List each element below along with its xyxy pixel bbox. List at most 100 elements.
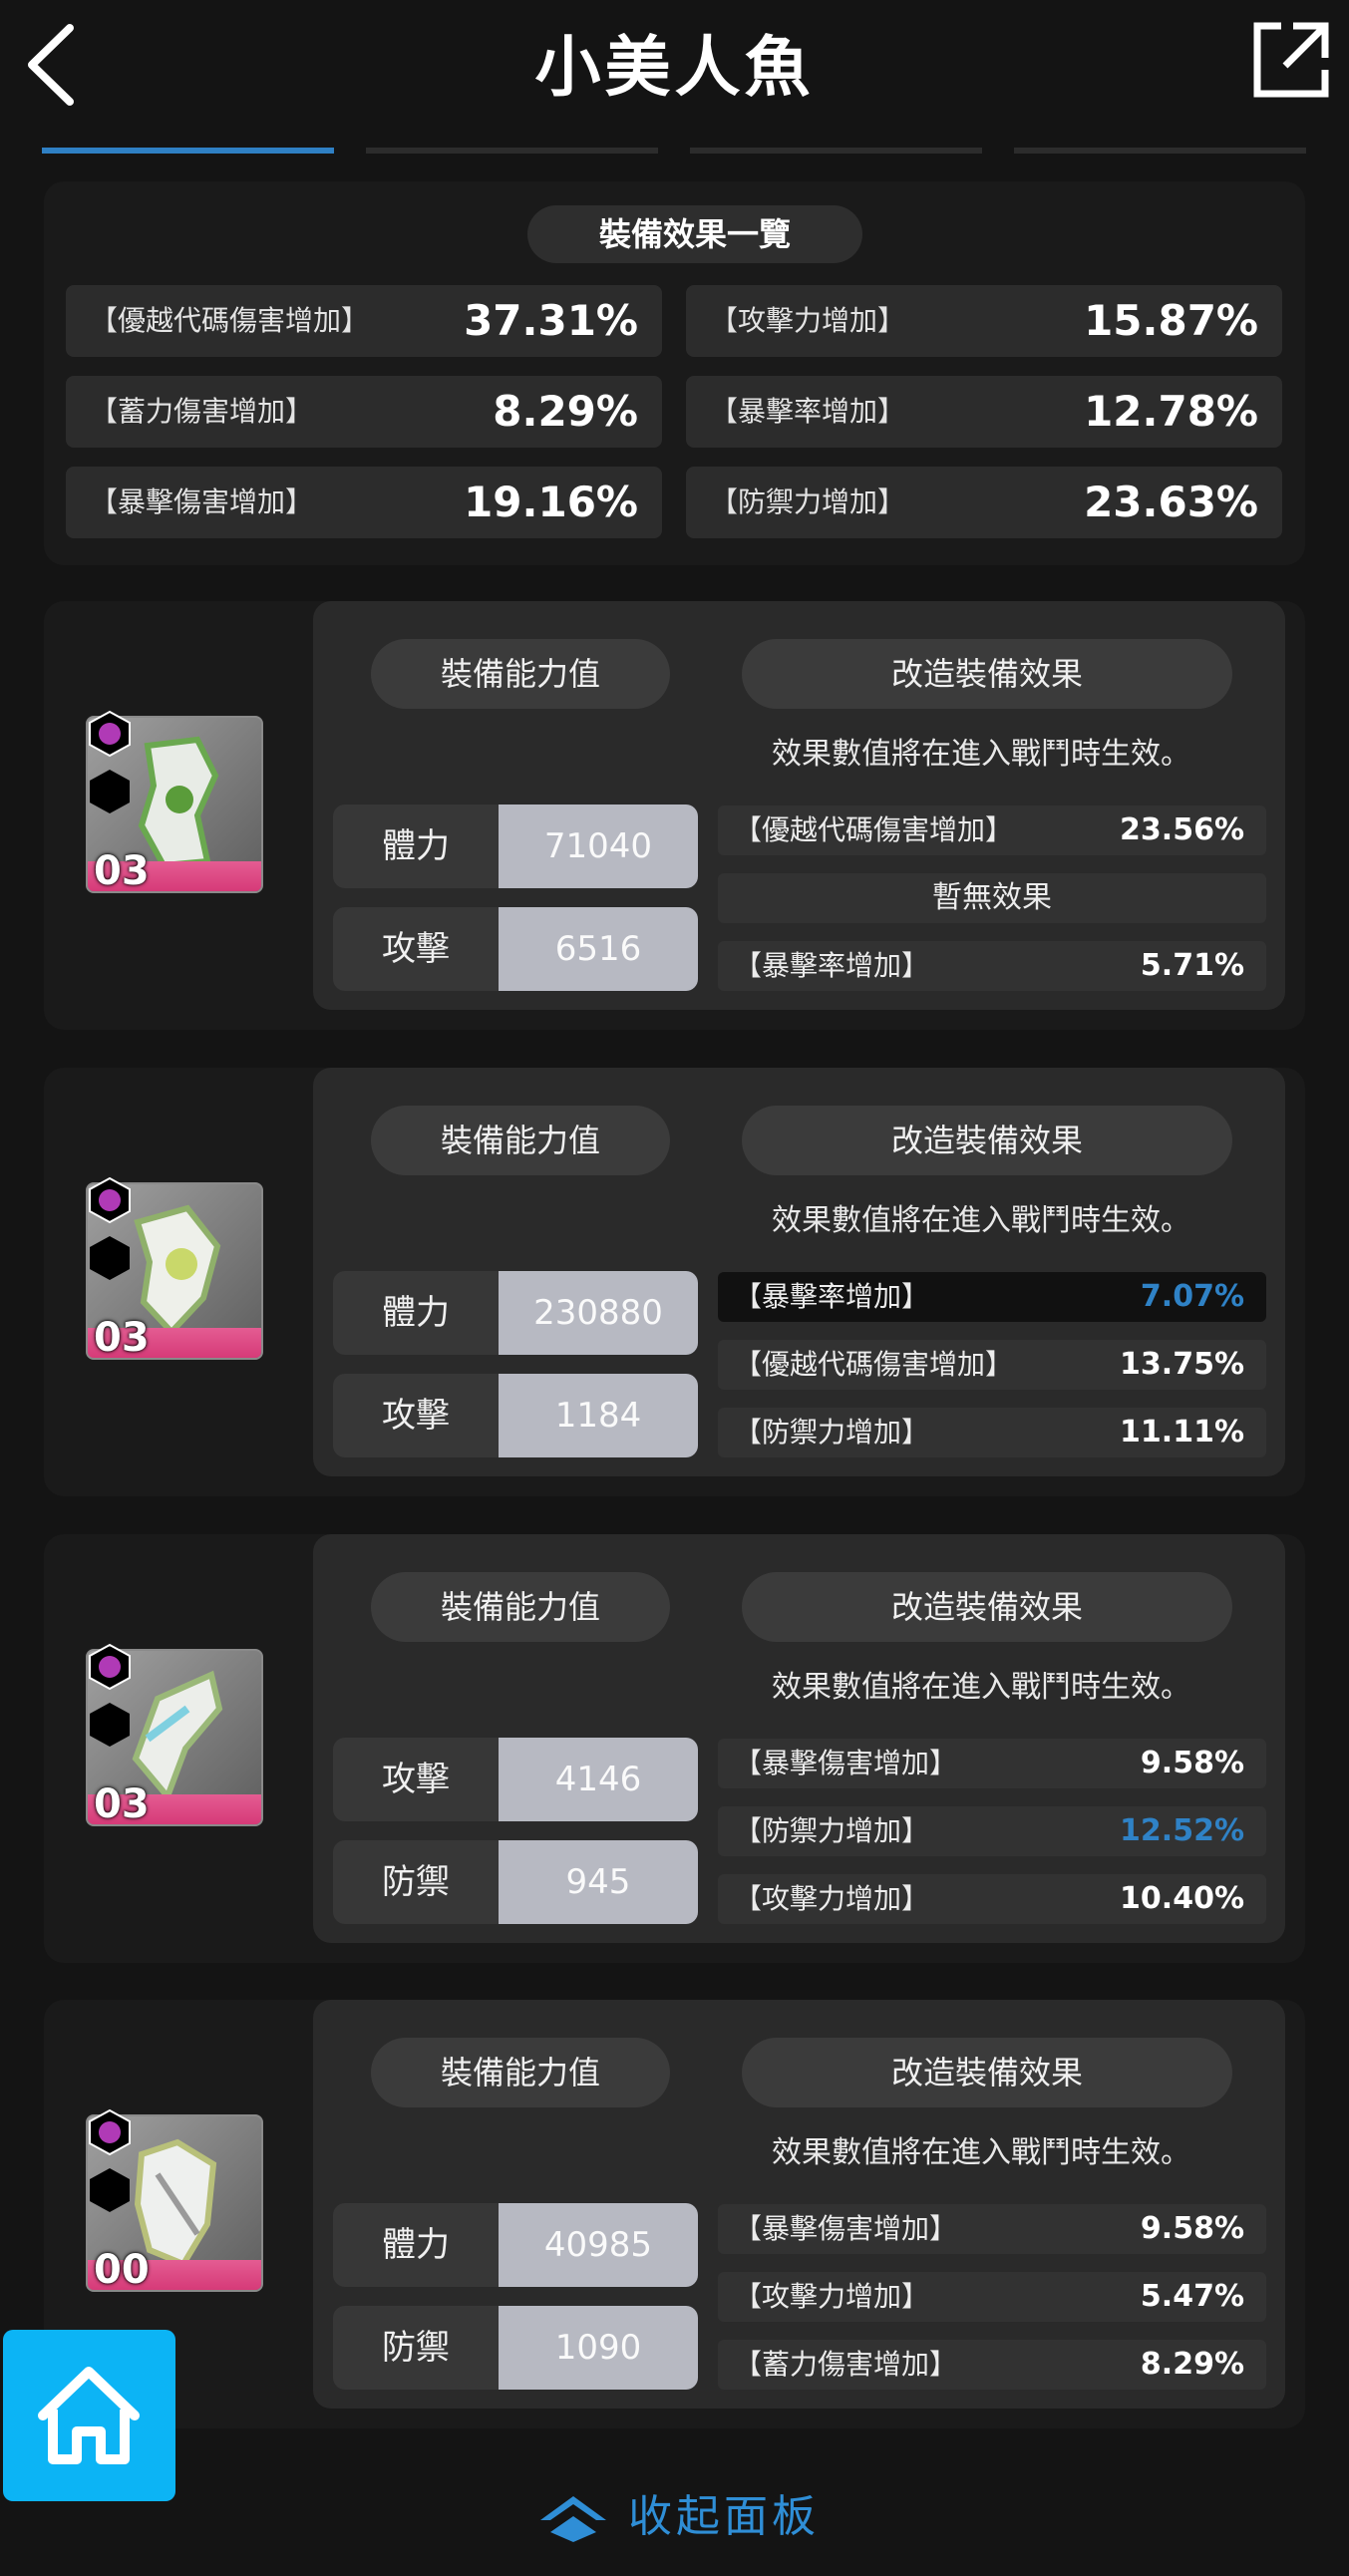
effect-row: 【蓄力傷害增加】 8.29% [718,2340,1266,2390]
effect-value: 23.56% [1120,812,1244,847]
gear-detail-panel: 裝備能力值 改造裝備效果 效果數值將在進入戰鬥時生效。 攻擊 4146 防禦 9… [313,1534,1285,1943]
summary-item: 【攻擊力增加】 15.87% [686,285,1282,357]
stat-value: 4146 [499,1738,698,1821]
tab-1[interactable] [42,148,334,154]
effects-tab-button[interactable]: 改造裝備效果 [742,1572,1232,1642]
summary-item: 【蓄力傷害增加】 8.29% [66,376,662,448]
page-title: 小美人魚 [534,29,815,106]
effect-row: 【攻擊力增加】 5.47% [718,2272,1266,2322]
summary-item-value: 23.63% [1084,478,1258,526]
stat-label: 防禦 [333,1840,499,1924]
home-icon [38,2367,140,2464]
gear-detail-panel: 裝備能力值 改造裝備效果 效果數值將在進入戰鬥時生效。 體力 230880 攻擊… [313,1068,1285,1476]
slot-hex-icon [90,1703,130,1747]
gear-level: 00 [94,2247,150,2293]
stat-label: 攻擊 [333,1738,499,1821]
effect-label: 【暴擊率增加】 [734,949,930,982]
stats-tab-button[interactable]: 裝備能力值 [371,1106,670,1175]
gear-card: 03 裝備能力值 改造裝備效果 效果數值將在進入戰鬥時生效。 體力 71040 … [44,601,1305,1030]
summary-title: 裝備效果一覽 [527,205,862,263]
summary-item: 【暴擊率增加】 12.78% [686,376,1282,448]
summary-item-label: 【防禦力增加】 [710,485,906,518]
gear-level: 03 [94,1781,150,1827]
stat-value: 230880 [499,1271,698,1355]
summary-item-value: 37.31% [464,296,638,345]
effect-value: 9.58% [1140,2211,1244,2246]
gear-thumbnail[interactable]: 03 [86,1176,263,1361]
stat-label: 體力 [333,1271,499,1355]
effects-tab-button[interactable]: 改造裝備效果 [742,1106,1232,1175]
effect-row-highlighted: 【防禦力增加】 12.52% [718,1806,1266,1856]
gear-level: 03 [94,1315,150,1361]
no-effect-text: 暫無效果 [932,880,1052,915]
rarity-hex-icon [89,1643,131,1691]
stat-label: 攻擊 [333,907,499,991]
effect-value: 12.52% [1120,1813,1244,1848]
summary-item-label: 【暴擊傷害增加】 [90,485,314,518]
summary-item-label: 【優越代碼傷害增加】 [90,304,370,337]
collapse-panel-label: 收起面板 [628,2491,820,2542]
effect-row-highlighted: 【暴擊率增加】 7.07% [718,1272,1266,1322]
gear-thumbnail[interactable]: 03 [86,710,263,894]
stat-label: 攻擊 [333,1374,499,1457]
home-button[interactable] [3,2330,175,2501]
effect-note: 效果數值將在進入戰鬥時生效。 [772,737,1190,772]
stat-value: 945 [499,1840,698,1924]
gear-thumbnail[interactable]: 03 [86,1643,263,1827]
summary-item-label: 【攻擊力增加】 [710,304,906,337]
effect-label: 【蓄力傷害增加】 [734,2348,958,2381]
tab-2[interactable] [366,148,658,154]
gear-card: 00 裝備能力值 改造裝備效果 效果數值將在進入戰鬥時生效。 體力 40985 … [44,2000,1305,2428]
rarity-hex-icon [89,1176,131,1224]
effect-label: 【攻擊力增加】 [734,1882,930,1915]
effect-row: 【攻擊力增加】 10.40% [718,1874,1266,1924]
stats-tab-button[interactable]: 裝備能力值 [371,639,670,709]
effect-note: 效果數值將在進入戰鬥時生效。 [772,2135,1190,2170]
tab-4[interactable] [1014,148,1306,154]
equipment-effect-summary: 裝備效果一覽 【優越代碼傷害增加】 37.31% 【攻擊力增加】 15.87% … [44,181,1305,565]
stat-label: 防禦 [333,2306,499,2390]
effects-tab-button[interactable]: 改造裝備效果 [742,2038,1232,2107]
tab-3[interactable] [690,148,982,154]
effect-row: 【暴擊率增加】 5.71% [718,941,1266,991]
effect-row: 【暴擊傷害增加】 9.58% [718,1739,1266,1788]
stat-value: 71040 [499,805,698,888]
collapse-panel-button[interactable]: 收起面板 [0,2482,1349,2552]
effect-value: 9.58% [1140,1746,1244,1780]
stat-value: 6516 [499,907,698,991]
summary-item-label: 【暴擊率增加】 [710,395,906,428]
gear-thumbnail[interactable]: 00 [86,2108,263,2293]
effect-label: 【防禦力增加】 [734,1814,930,1847]
effect-label: 【優越代碼傷害增加】 [734,813,1014,846]
summary-item: 【優越代碼傷害增加】 37.31% [66,285,662,357]
effects-tab-button[interactable]: 改造裝備效果 [742,639,1232,709]
effect-value: 7.07% [1140,1279,1244,1314]
effect-label: 【暴擊傷害增加】 [734,2212,958,2245]
stats-tab-button[interactable]: 裝備能力值 [371,2038,670,2107]
summary-item-label: 【蓄力傷害增加】 [90,395,314,428]
effect-label: 【優越代碼傷害增加】 [734,1348,1014,1381]
share-external-icon[interactable] [1251,20,1331,100]
effect-value: 5.47% [1140,2279,1244,2314]
stats-tab-button[interactable]: 裝備能力值 [371,1572,670,1642]
effect-note: 效果數值將在進入戰鬥時生效。 [772,1670,1190,1705]
effect-row: 【防禦力增加】 11.11% [718,1408,1266,1457]
chevron-up-icon [540,2496,606,2542]
rarity-hex-icon [89,2108,131,2156]
stat-value: 1090 [499,2306,698,2390]
summary-item: 【暴擊傷害增加】 19.16% [66,467,662,538]
effect-value: 10.40% [1120,1881,1244,1916]
gear-tabs [0,148,1349,156]
effect-note: 效果數值將在進入戰鬥時生效。 [772,1203,1190,1238]
effect-row: 【暴擊傷害增加】 9.58% [718,2204,1266,2254]
effect-row: 【優越代碼傷害增加】 13.75% [718,1340,1266,1390]
app-header: 小美人魚 [0,0,1349,135]
effect-row: 【優越代碼傷害增加】 23.56% [718,805,1266,855]
summary-item-value: 12.78% [1084,387,1258,436]
summary-item-value: 19.16% [464,478,638,526]
effect-value: 11.11% [1120,1415,1244,1449]
rarity-hex-icon [89,710,131,758]
effect-value: 8.29% [1140,2347,1244,2382]
gear-level: 03 [94,848,150,894]
summary-item-value: 15.87% [1084,296,1258,345]
